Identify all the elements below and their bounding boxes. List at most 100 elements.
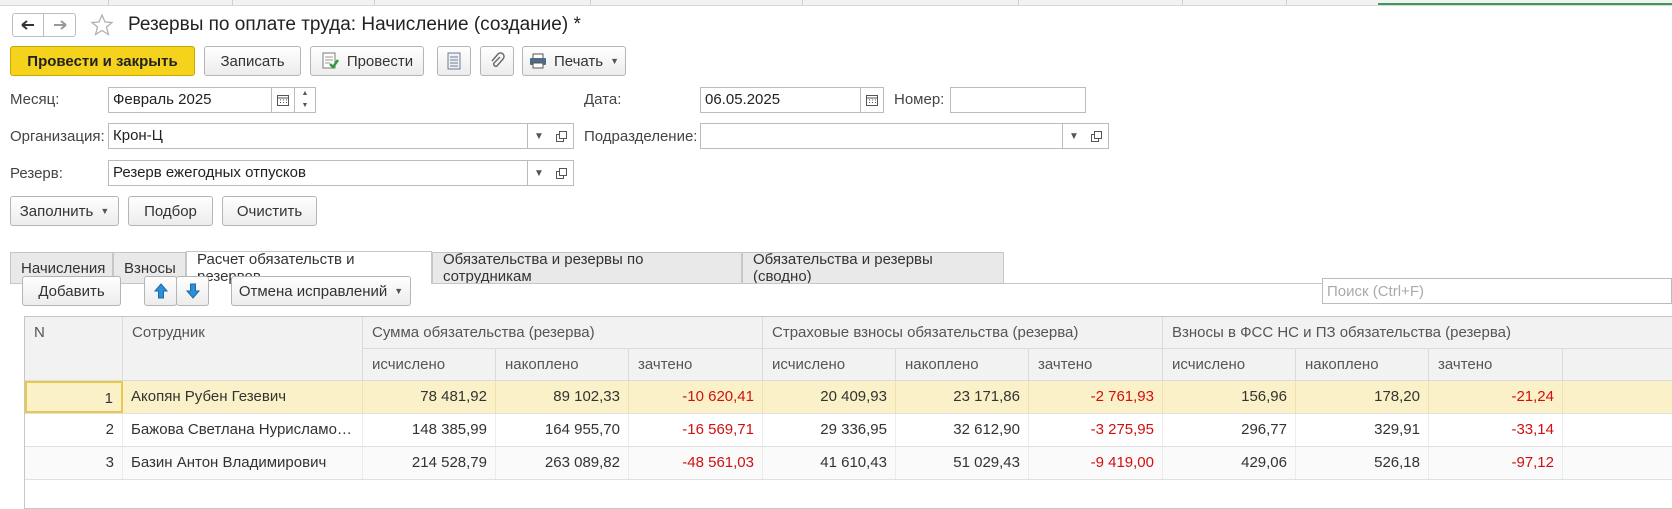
move-up-button[interactable] (144, 276, 177, 306)
col-accum-header[interactable]: накоплено (896, 349, 1029, 381)
fill-button-label: Заполнить (19, 202, 94, 220)
fss-offset: -33,14 (1429, 414, 1563, 446)
print-button-label: Печать (553, 52, 604, 70)
search-input[interactable]: Поиск (Ctrl+F) (1322, 278, 1672, 304)
insurance-calculated: 20 409,93 (763, 381, 896, 413)
chevron-down-icon: ▼ (394, 286, 404, 296)
liability-offset: -48 561,03 (629, 447, 763, 479)
month-label: Месяц: (10, 91, 60, 108)
insurance-offset: -2 761,93 (1029, 381, 1163, 413)
insurance-offset: -3 275,95 (1029, 414, 1163, 446)
number-field[interactable] (950, 87, 1086, 113)
liability-offset: -16 569,71 (629, 414, 763, 446)
undo-fixes-label: Отмена исправлений (238, 282, 388, 300)
group-insurance-header: Страховые взносы обязательства (резерва) (763, 317, 1163, 349)
fss-accumulated: 329,91 (1296, 414, 1429, 446)
fill-button[interactable]: Заполнить ▼ (10, 196, 119, 226)
employee-name: Базин Антон Владимирович (123, 447, 363, 479)
insurance-calculated: 29 336,95 (763, 414, 896, 446)
date-field[interactable]: 06.05.2025 (700, 87, 862, 113)
tab-summary[interactable]: Обязательства и резервы (сводно) (742, 251, 1004, 285)
organization-field[interactable]: Крон-Ц (108, 123, 528, 149)
post-and-close-button[interactable]: Провести и закрыть (10, 46, 195, 76)
reserve-dropdown-icon[interactable]: ▼ (527, 160, 551, 186)
print-button[interactable]: Печать ▼ (522, 46, 626, 76)
number-label: Номер: (894, 91, 945, 108)
row-number: 3 (25, 447, 123, 479)
liability-accumulated: 89 102,33 (496, 381, 629, 413)
undo-fixes-button[interactable]: Отмена исправлений ▼ (231, 276, 411, 306)
row-number: 2 (25, 414, 123, 446)
report-button[interactable] (437, 46, 471, 76)
row-number: 1 (25, 381, 123, 413)
calendar-icon[interactable] (271, 87, 295, 113)
post-document-icon (322, 52, 339, 69)
reserve-field[interactable]: Резерв ежегодных отпусков (108, 160, 528, 186)
col-n-header[interactable]: N (25, 317, 123, 381)
liability-calculated: 148 385,99 (363, 414, 496, 446)
liability-calculated: 78 481,92 (363, 381, 496, 413)
arrow-right-icon (53, 20, 67, 30)
pick-button[interactable]: Подбор (128, 196, 213, 226)
liability-accumulated: 263 089,82 (496, 447, 629, 479)
reserve-label: Резерв: (10, 165, 63, 182)
col-offset-header[interactable]: зачтено (1429, 349, 1563, 381)
table-row[interactable]: 3 Базин Антон Владимирович 214 528,79 26… (25, 447, 1672, 480)
group-fss-header: Взносы в ФСС НС и ПЗ обязательства (резе… (1163, 317, 1672, 349)
spin-up-icon[interactable]: ▲ (295, 88, 315, 100)
favorite-star-icon[interactable] (90, 13, 114, 41)
col-filler-header (1563, 349, 1672, 381)
table-row[interactable]: 1 Акопян Рубен Гезевич 78 481,92 89 102,… (25, 381, 1672, 414)
date-calendar-icon[interactable] (860, 87, 884, 113)
department-field[interactable] (700, 123, 1063, 149)
fss-offset: -21,24 (1429, 381, 1563, 413)
insurance-accumulated: 51 029,43 (896, 447, 1029, 479)
col-calc-header[interactable]: исчислено (363, 349, 496, 381)
col-accum-header[interactable]: накоплено (496, 349, 629, 381)
group-liability-header: Сумма обязательства (резерва) (363, 317, 763, 349)
printer-icon (529, 53, 546, 69)
col-employee-header[interactable]: Сотрудник (123, 317, 363, 381)
table-row[interactable]: 2 Бажова Светлана Нурисламовна 148 385,9… (25, 414, 1672, 447)
month-field[interactable]: Февраль 2025 (108, 87, 272, 113)
back-button[interactable] (12, 13, 44, 37)
date-label: Дата: (584, 91, 622, 108)
insurance-calculated: 41 610,43 (763, 447, 896, 479)
spin-down-icon[interactable]: ▼ (295, 100, 315, 112)
col-offset-header[interactable]: зачтено (1029, 349, 1163, 381)
reserve-open-icon[interactable] (550, 160, 574, 186)
department-label: Подразделение: (584, 128, 698, 145)
tab-by-employees[interactable]: Обязательства и резервы по сотрудникам (432, 251, 742, 285)
fss-calculated: 156,96 (1163, 381, 1296, 413)
post-button-label: Провести (346, 52, 414, 70)
employee-name: Акопян Рубен Гезевич (123, 381, 363, 413)
fss-accumulated: 178,20 (1296, 381, 1429, 413)
col-accum-header[interactable]: накоплено (1296, 349, 1429, 381)
col-calc-header[interactable]: исчислено (1163, 349, 1296, 381)
fss-accumulated: 526,18 (1296, 447, 1429, 479)
department-open-icon[interactable] (1085, 123, 1109, 149)
window-tabs-strip (0, 0, 1672, 6)
attach-button[interactable] (480, 46, 514, 76)
insurance-accumulated: 23 171,86 (896, 381, 1029, 413)
department-dropdown-icon[interactable]: ▼ (1062, 123, 1086, 149)
move-down-button[interactable] (176, 276, 209, 306)
liability-offset: -10 620,41 (629, 381, 763, 413)
clear-button[interactable]: Очистить (222, 196, 317, 226)
col-offset-header[interactable]: зачтено (629, 349, 763, 381)
arrow-up-icon (153, 283, 168, 299)
forward-button[interactable] (44, 13, 76, 37)
organization-open-icon[interactable] (550, 123, 574, 149)
month-stepper[interactable]: ▲ ▼ (294, 87, 316, 113)
add-button[interactable]: Добавить (22, 276, 121, 306)
col-calc-header[interactable]: исчислено (763, 349, 896, 381)
insurance-offset: -9 419,00 (1029, 447, 1163, 479)
save-button[interactable]: Записать (204, 46, 301, 76)
post-button[interactable]: Провести (310, 46, 424, 76)
chevron-down-icon: ▼ (610, 56, 620, 66)
document-list-icon (447, 52, 461, 70)
organization-dropdown-icon[interactable]: ▼ (527, 123, 551, 149)
insurance-accumulated: 32 612,90 (896, 414, 1029, 446)
arrow-left-icon (21, 20, 34, 30)
liability-calculated: 214 528,79 (363, 447, 496, 479)
